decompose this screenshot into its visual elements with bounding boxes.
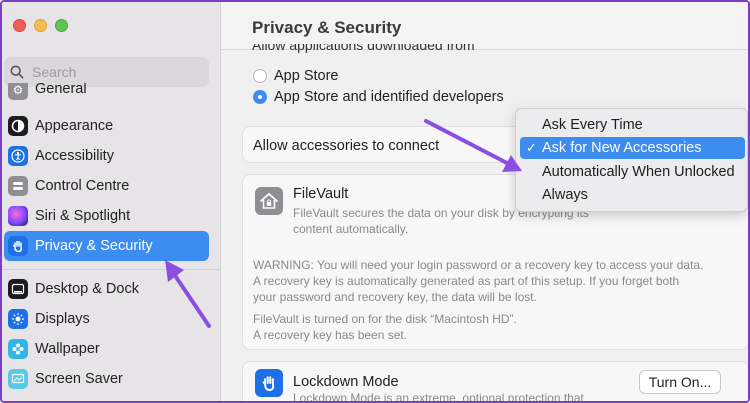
lockdown-desc: Lockdown Mode is an extreme, optional pr…: [293, 391, 584, 403]
window: ⚙ General Appearance Accessibility Cont: [0, 0, 750, 403]
radio-button[interactable]: [253, 69, 267, 83]
sidebar-item-privacy-security[interactable]: Privacy & Security: [4, 231, 209, 261]
filevault-status-line1: FileVault is turned on for the disk “Mac…: [253, 312, 517, 326]
sidebar-item-label: Screen Saver: [35, 371, 123, 387]
search-icon: [10, 65, 24, 79]
sidebar-item-appearance[interactable]: Appearance: [4, 111, 209, 141]
sidebar-item-accessibility[interactable]: Accessibility: [4, 141, 209, 171]
warning-line2: A recovery key is automatically generate…: [253, 274, 680, 288]
sidebar-item-control-centre[interactable]: Control Centre: [4, 171, 209, 201]
sidebar-item-label: Privacy & Security: [35, 238, 153, 254]
sidebar: ⚙ General Appearance Accessibility Cont: [2, 2, 221, 401]
sidebar-item-general[interactable]: ⚙ General: [4, 83, 209, 105]
radio-button-selected[interactable]: [253, 90, 267, 104]
sidebar-item-displays[interactable]: Displays: [4, 304, 209, 334]
sidebar-item-label: Control Centre: [35, 178, 130, 194]
sidebar-item-wallpaper[interactable]: Wallpaper: [4, 334, 209, 364]
title-bar: Privacy & Security: [221, 2, 748, 50]
appearance-icon: [8, 116, 28, 136]
lockdown-hand-icon: [255, 369, 283, 397]
sidebar-item-screen-saver[interactable]: Screen Saver: [4, 364, 209, 394]
filevault-desc-line2: content automatically.: [293, 222, 409, 236]
dock-icon: [8, 279, 28, 299]
sidebar-divider: [2, 269, 221, 270]
filevault-status-line2: A recovery key has been set.: [253, 328, 408, 342]
turn-on-button[interactable]: Turn On...: [639, 370, 721, 394]
checkmark-icon: ✓: [526, 140, 537, 155]
menu-item-ask-new-accessories[interactable]: ✓ Ask for New Accessories: [520, 137, 745, 159]
displays-icon: [8, 309, 28, 329]
menu-item-label: Always: [542, 187, 588, 203]
wallpaper-icon: [8, 339, 28, 359]
sidebar-item-siri[interactable]: Siri & Spotlight: [4, 201, 209, 231]
control-centre-icon: [8, 176, 28, 196]
accessibility-icon: [8, 146, 28, 166]
zoom-button[interactable]: [55, 19, 68, 32]
siri-icon: [8, 206, 28, 226]
sidebar-item-label: Accessibility: [35, 148, 114, 164]
radio-label: App Store and identified developers: [274, 89, 504, 105]
hand-icon: [8, 236, 28, 256]
downloads-label: Allow applications downloaded from: [252, 44, 475, 53]
radio-identified-developers[interactable]: App Store and identified developers: [253, 89, 504, 105]
gear-icon: ⚙: [8, 83, 28, 100]
sidebar-item-desktop-dock[interactable]: Desktop & Dock: [4, 274, 209, 304]
house-lock-icon: [255, 187, 283, 215]
minimize-button[interactable]: [34, 19, 47, 32]
radio-app-store[interactable]: App Store: [253, 68, 339, 84]
sidebar-item-label: Siri & Spotlight: [35, 208, 131, 224]
sidebar-item-label: Desktop & Dock: [35, 281, 139, 297]
accessories-label: Allow accessories to connect: [253, 138, 440, 154]
menu-item-label: Automatically When Unlocked: [542, 164, 735, 180]
radio-label: App Store: [274, 68, 339, 84]
close-button[interactable]: [13, 19, 26, 32]
search-input[interactable]: [32, 64, 202, 80]
sidebar-item-label: Displays: [35, 311, 90, 327]
warning-line3: your password and recovery key, the data…: [253, 290, 537, 304]
menu-item-automatically-when-unlocked[interactable]: Automatically When Unlocked: [520, 161, 745, 183]
sidebar-item-label: Wallpaper: [35, 341, 100, 357]
screen-saver-icon: [8, 369, 28, 389]
menu-item-ask-every-time[interactable]: Ask Every Time: [520, 114, 745, 136]
warning-line1: WARNING: You will need your login passwo…: [253, 258, 704, 272]
lockdown-title: Lockdown Mode: [293, 374, 399, 390]
filevault-title: FileVault: [293, 186, 349, 202]
sidebar-item-label: General: [35, 83, 87, 97]
page-title: Privacy & Security: [252, 18, 402, 37]
window-controls: [13, 19, 68, 32]
menu-item-label: Ask Every Time: [542, 117, 643, 133]
accessories-dropdown-menu: Ask Every Time ✓ Ask for New Accessories…: [515, 108, 748, 212]
lockdown-section: Lockdown Mode Lockdown Mode is an extrem…: [242, 361, 748, 403]
sidebar-item-label: Appearance: [35, 118, 114, 134]
menu-item-always[interactable]: Always: [520, 184, 745, 206]
menu-item-label: Ask for New Accessories: [542, 140, 702, 156]
